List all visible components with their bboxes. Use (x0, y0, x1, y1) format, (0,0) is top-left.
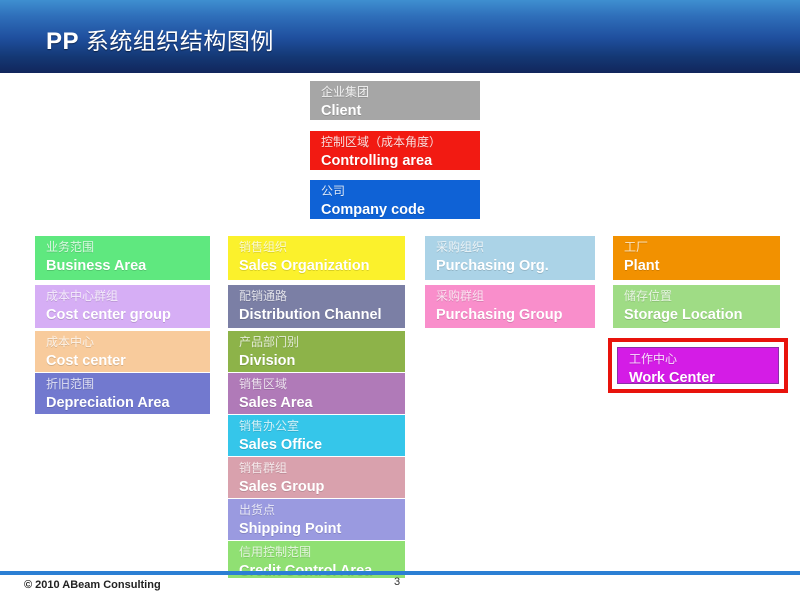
org-box-shipping-point[interactable]: 出货点 Shipping Point (228, 499, 405, 540)
org-box-label-cn: 成本中心 (46, 335, 95, 349)
header-banner: PP 系统组织结构图例 (0, 0, 800, 73)
org-box-label-en: Credit Control Area (239, 562, 405, 578)
org-box-plant[interactable]: 工厂 Plant (613, 236, 780, 280)
org-box-sales-organization[interactable]: 销售组织 Sales Organization (228, 236, 405, 280)
org-box-storage-location[interactable]: 储存位置 Storage Location (613, 285, 780, 328)
org-box-label-cn: 产品部门别 (239, 335, 300, 349)
org-box-label-cn: 销售办公室 (239, 419, 300, 433)
org-box-label-cn: 配销通路 (239, 289, 288, 303)
org-box-label-en: Sales Group (239, 479, 325, 495)
org-box-label-cn: 折旧范围 (46, 377, 95, 391)
org-box-label-cn: 公司 (321, 184, 346, 198)
org-box-label-en: Sales Office (239, 437, 323, 453)
org-box-label-cn: 销售群组 (239, 461, 288, 475)
org-box-label-cn: 信用控制范围 (239, 545, 312, 559)
org-box-label-cn: 出货点 (239, 503, 276, 517)
footer-divider (0, 571, 800, 575)
org-box-label-en: Cost center (46, 353, 126, 369)
org-box-label-en: Controlling area (321, 153, 433, 169)
org-box-label-cn: 储存位置 (624, 289, 673, 303)
org-box-sales-area[interactable]: 销售区域 Sales Area (228, 373, 405, 414)
org-box-cost-center-group[interactable]: 成本中心群组 Cost center group (35, 285, 210, 328)
org-box-label-en: Purchasing Group (436, 307, 563, 323)
org-box-label-cn: 销售区域 (239, 377, 288, 391)
org-box-label-en: Company code (321, 202, 425, 218)
footer-copyright: © 2010 ABeam Consulting (24, 579, 161, 591)
org-box-sales-office[interactable]: 销售办公室 Sales Office (228, 415, 405, 456)
org-box-label-en: Cost center group (46, 307, 171, 323)
org-box-cost-center[interactable]: 成本中心 Cost center (35, 331, 210, 372)
org-box-depreciation-area[interactable]: 折旧范围 Depreciation Area (35, 373, 210, 414)
org-box-label-en: Division (239, 353, 296, 369)
org-box-work-center[interactable]: 工作中心 Work Center (617, 347, 779, 384)
org-box-business-area[interactable]: 业务范围 Business Area (35, 236, 210, 280)
page-title-text: 系统组织结构图例 (85, 28, 274, 54)
org-box-sales-group[interactable]: 销售群组 Sales Group (228, 457, 405, 498)
org-box-label-cn: 采购组织 (436, 240, 485, 254)
org-box-controlling-area[interactable]: 控制区域（成本角度） Controlling area (310, 131, 480, 170)
org-box-label-cn: 采购群组 (436, 289, 485, 303)
org-box-label-en: Business Area (46, 258, 147, 274)
org-box-distribution-channel[interactable]: 配销通路 Distribution Channel (228, 285, 405, 328)
org-box-label-cn: 控制区域（成本角度） (321, 135, 442, 149)
org-box-label-en: Depreciation Area (46, 395, 170, 411)
org-box-label-en: Sales Organization (239, 258, 370, 274)
org-box-label-cn: 工作中心 (629, 352, 678, 366)
org-box-label-cn: 销售组织 (239, 240, 288, 254)
org-box-label-cn: 工厂 (624, 240, 649, 254)
page-number: 3 (393, 576, 401, 588)
page-title: PP 系统组织结构图例 (46, 22, 274, 56)
org-box-label-en: Shipping Point (239, 521, 342, 537)
org-box-company-code[interactable]: 公司 Company code (310, 180, 480, 219)
org-box-label-en: Work Center (629, 370, 715, 384)
org-box-label-en: Sales Area (239, 395, 313, 411)
org-box-label-en: Plant (624, 258, 660, 274)
org-box-division[interactable]: 产品部门别 Division (228, 331, 405, 372)
org-box-label-cn: 业务范围 (46, 240, 95, 254)
org-box-label-en: Distribution Channel (239, 307, 382, 323)
org-box-label-en: Storage Location (624, 307, 743, 323)
org-box-label-en: Purchasing Org. (436, 258, 549, 274)
org-box-purchasing-group[interactable]: 采购群组 Purchasing Group (425, 285, 595, 328)
org-box-label-en: Client (321, 103, 362, 119)
org-box-client[interactable]: 企业集团 Client (310, 81, 480, 120)
org-box-purchasing-org[interactable]: 采购组织 Purchasing Org. (425, 236, 595, 280)
org-box-label-cn: 成本中心群组 (46, 289, 119, 303)
page-title-prefix: PP (46, 28, 80, 55)
org-box-label-cn: 企业集团 (321, 85, 370, 99)
